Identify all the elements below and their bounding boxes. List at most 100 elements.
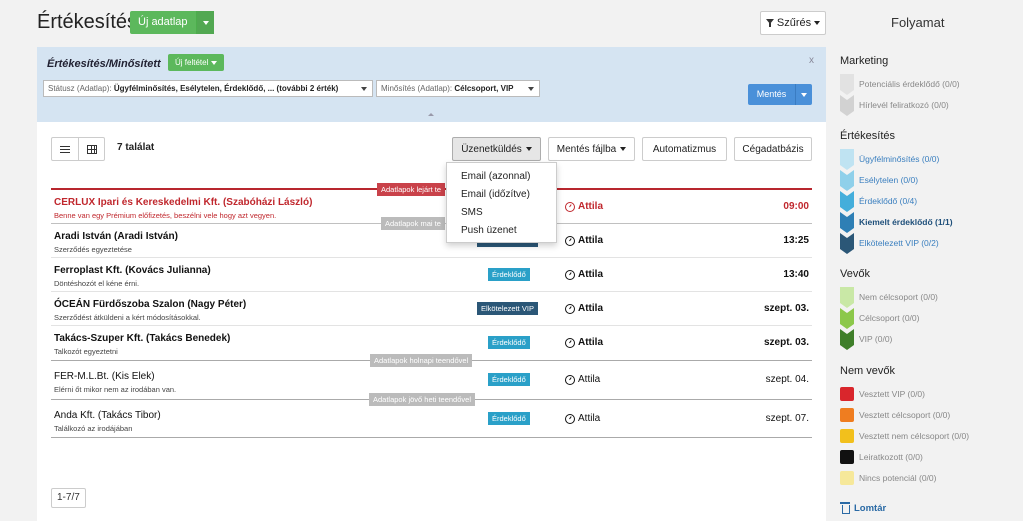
- row-due-time: szept. 03.: [763, 337, 809, 348]
- row-assignee: Attila: [565, 303, 603, 314]
- clock-icon: [565, 374, 575, 385]
- row-title[interactable]: Ferroplast Kft. (Kovács Julianna): [54, 265, 211, 276]
- stage-color-swatch: [840, 387, 854, 401]
- filter-button[interactable]: Szűrés: [760, 11, 826, 35]
- menu-item-email-now[interactable]: Email (azonnal): [447, 168, 556, 186]
- results-panel: 7 találat Üzenetküldés Mentés fájlba Aut…: [37, 122, 826, 521]
- pipeline-stage[interactable]: Kiemelt érdeklődő (1/1): [840, 212, 1010, 233]
- pipeline-stage[interactable]: Vesztett VIP (0/0): [840, 384, 1010, 405]
- messaging-button[interactable]: Üzenetküldés: [452, 137, 541, 161]
- row-subtitle: Szerződést átküldeni a kért módosításokk…: [54, 313, 201, 322]
- pipeline-stage[interactable]: Leiratkozott (0/0): [840, 447, 1010, 468]
- stage-label: Ügyfélminősítés (0/0): [859, 154, 940, 164]
- row-title[interactable]: CERLUX Ipari és Kereskedelmi Kft. (Szabó…: [54, 197, 312, 208]
- pipeline-group-sales: Értékesítés: [840, 130, 896, 142]
- row-assignee: Attila: [565, 337, 603, 348]
- trash-link[interactable]: Lomtár: [840, 502, 886, 514]
- pipeline-stage[interactable]: Nem célcsoport (0/0): [840, 287, 1010, 308]
- status-select[interactable]: Státusz (Adatlap): Ügyfélminősítés, Esél…: [43, 80, 373, 97]
- pipeline-stage[interactable]: Vesztett nem célcsoport (0/0): [840, 426, 1010, 447]
- stage-chevron-icon: [840, 308, 854, 329]
- row-title[interactable]: ÓCEÁN Fürdőszoba Szalon (Nagy Péter): [54, 299, 246, 310]
- table-row[interactable]: Ferroplast Kft. (Kovács Julianna) Döntés…: [51, 258, 812, 292]
- row-title[interactable]: FER-M.L.Bt. (Kis Elek): [54, 371, 155, 382]
- pipeline-stage[interactable]: Érdeklődő (0/4): [840, 191, 1010, 212]
- menu-item-sms[interactable]: SMS: [447, 204, 556, 222]
- stage-chevron-icon: [840, 233, 854, 254]
- clock-icon: [565, 413, 575, 424]
- caret-down-icon: [202, 21, 209, 25]
- stage-chevron-icon: [840, 95, 854, 116]
- row-assignee-name: Attila: [578, 337, 603, 348]
- automation-button[interactable]: Automatizmus: [642, 137, 727, 161]
- view-toggle: [51, 137, 105, 161]
- stage-label: Nincs potenciál (0/0): [859, 473, 937, 483]
- row-assignee-name: Attila: [578, 201, 603, 212]
- row-assignee-name: Attila: [578, 235, 603, 246]
- new-record-dropdown-toggle[interactable]: [195, 11, 214, 34]
- grid-icon: [86, 144, 97, 154]
- page-title: Értékesítés: [37, 11, 138, 33]
- sidebar-title: Folyamat: [891, 15, 945, 30]
- stage-color-swatch: [840, 471, 854, 485]
- table-row[interactable]: Aradi István (Aradi István) Szerződés eg…: [51, 224, 812, 258]
- grid-view-button[interactable]: [78, 138, 104, 160]
- row-due-time: 13:40: [783, 269, 809, 280]
- row-title[interactable]: Takács-Szuper Kft. (Takács Benedek): [54, 333, 230, 344]
- row-due-time: szept. 07.: [765, 413, 809, 424]
- company-database-button[interactable]: Cégadatbázis: [734, 137, 812, 161]
- caret-down-icon: [361, 87, 367, 91]
- new-record-button[interactable]: Új adatlap: [130, 11, 214, 34]
- save-filter-button[interactable]: Mentés: [748, 84, 812, 105]
- status-badge: Érdeklődő: [488, 373, 530, 386]
- pipeline-stage[interactable]: VIP (0/0): [840, 329, 1010, 350]
- row-title[interactable]: Aradi István (Aradi István): [54, 231, 178, 242]
- filter-panel-title: Értékesítés/Minősített: [47, 58, 161, 70]
- table-row[interactable]: Anda Kft. (Takács Tibor) Találkozó az ir…: [51, 400, 812, 438]
- stage-label: Esélytelen (0/0): [859, 175, 919, 185]
- pipeline-stage[interactable]: Célcsoport (0/0): [840, 308, 1010, 329]
- rating-select[interactable]: Minősítés (Adatlap): Célcsoport, VIP: [376, 80, 540, 97]
- rating-select-label: Minősítés (Adatlap):: [381, 84, 453, 93]
- stage-label: Elkötelezett VIP (0/2): [859, 238, 939, 248]
- result-count: 7 találat: [117, 142, 155, 153]
- row-subtitle: Elérni őt mikor nem az irodában van.: [54, 385, 177, 394]
- filter-button-label: Szűrés: [776, 17, 812, 29]
- clock-icon: [565, 201, 575, 212]
- stage-label: Vesztett célcsoport (0/0): [859, 410, 951, 420]
- pipeline-stage[interactable]: Nincs potenciál (0/0): [840, 468, 1010, 489]
- menu-item-email-scheduled[interactable]: Email (időzítve): [447, 186, 556, 204]
- pipeline-stage[interactable]: Esélytelen (0/0): [840, 170, 1010, 191]
- pipeline-stage[interactable]: Hírlevél feliratkozó (0/0): [840, 95, 1010, 116]
- menu-item-push[interactable]: Push üzenet: [447, 222, 556, 240]
- new-condition-button[interactable]: Új feltétel: [168, 54, 225, 71]
- stage-chevron-icon: [840, 170, 854, 191]
- pipeline-stage[interactable]: Elkötelezett VIP (0/2): [840, 233, 1010, 254]
- collapse-arrow-icon[interactable]: [428, 113, 434, 116]
- caret-down-icon: [620, 147, 627, 151]
- save-to-file-label: Mentés fájlba: [556, 143, 617, 155]
- results-list: Adatlapok lejárt te CERLUX Ipari és Kere…: [51, 183, 812, 438]
- close-icon[interactable]: x: [809, 55, 814, 66]
- stage-label: Nem célcsoport (0/0): [859, 292, 938, 302]
- trash-icon: [840, 502, 850, 514]
- pipeline-stage[interactable]: Potenciális érdeklődő (0/0): [840, 74, 1010, 95]
- status-select-label: Státusz (Adatlap):: [48, 84, 112, 93]
- table-row[interactable]: ÓCEÁN Fürdőszoba Szalon (Nagy Péter) Sze…: [51, 292, 812, 326]
- company-database-label: Cégadatbázis: [742, 143, 804, 155]
- pagination[interactable]: 1-7/7: [51, 488, 86, 508]
- rating-select-value: Célcsoport, VIP: [454, 84, 514, 93]
- save-filter-dropdown-toggle[interactable]: [795, 84, 812, 105]
- automation-label: Automatizmus: [652, 143, 717, 155]
- stage-label: Kiemelt érdeklődő (1/1): [859, 217, 953, 227]
- row-subtitle: Benne van egy Prémium előfizetés, beszél…: [54, 211, 277, 220]
- pipeline-stage[interactable]: Vesztett célcsoport (0/0): [840, 405, 1010, 426]
- clock-icon: [565, 269, 575, 280]
- pipeline-stage[interactable]: Ügyfélminősítés (0/0): [840, 149, 1010, 170]
- list-view-button[interactable]: [52, 138, 78, 160]
- stage-color-swatch: [840, 450, 854, 464]
- row-title[interactable]: Anda Kft. (Takács Tibor): [54, 410, 161, 421]
- stage-chevron-icon: [840, 149, 854, 170]
- stage-chevron-icon: [840, 329, 854, 350]
- save-to-file-button[interactable]: Mentés fájlba: [548, 137, 635, 161]
